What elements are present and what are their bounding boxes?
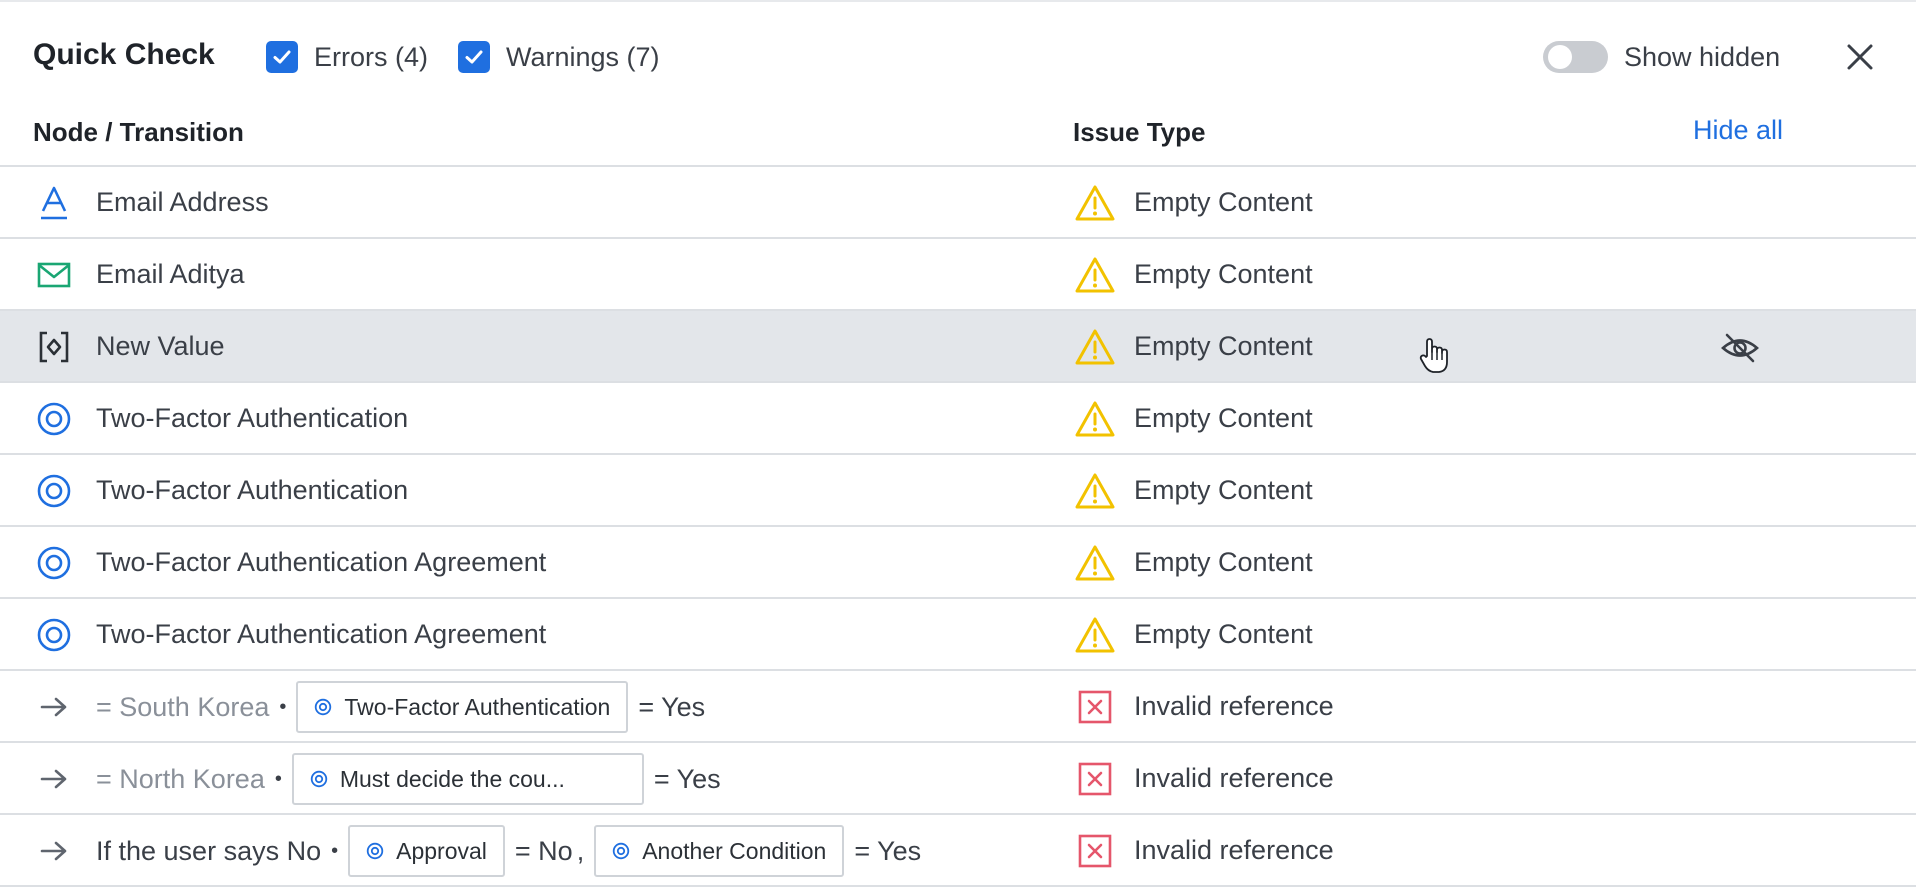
issue-type: Empty Content bbox=[1134, 331, 1313, 361]
warning-icon bbox=[1074, 472, 1116, 510]
variable-icon bbox=[36, 329, 72, 365]
arrow-right-icon bbox=[36, 761, 72, 797]
transition-suffix: = Yes bbox=[854, 835, 922, 866]
transition-prefix: = South Korea bbox=[96, 691, 270, 722]
issue-type: Empty Content bbox=[1134, 619, 1313, 649]
table-row[interactable]: Two-Factor Authentication Agreement Empt… bbox=[0, 527, 1916, 599]
arrow-right-icon bbox=[36, 833, 72, 869]
table-row[interactable]: Two-Factor Authentication Empty Content bbox=[0, 455, 1916, 527]
text-field-icon bbox=[36, 185, 72, 221]
issue-type: Empty Content bbox=[1134, 403, 1313, 433]
table-row-highlighted[interactable]: New Value Empty Content bbox=[0, 311, 1916, 383]
error-icon bbox=[1074, 832, 1116, 870]
checkmark-icon bbox=[266, 41, 298, 73]
transition-suffix: = Yes bbox=[653, 763, 721, 794]
node-name: Email Aditya bbox=[96, 259, 245, 289]
separator-comma: , bbox=[576, 835, 585, 866]
checkmark-icon bbox=[458, 41, 490, 73]
warning-icon bbox=[1074, 328, 1116, 366]
warnings-label: Warnings (7) bbox=[506, 41, 660, 72]
condition-icon bbox=[36, 473, 72, 509]
transition-expression: = North Korea • Must decide the cou... =… bbox=[96, 743, 721, 815]
separator-dot: • bbox=[331, 839, 339, 862]
node-name: Email Address bbox=[96, 187, 269, 217]
warning-icon bbox=[1074, 184, 1116, 222]
transition-row[interactable]: If the user says No • Approval = No , An… bbox=[0, 815, 1916, 887]
hand-cursor-icon bbox=[1418, 337, 1450, 375]
hide-eye-icon[interactable] bbox=[1720, 328, 1760, 368]
chip-label: Two-Factor Authentication bbox=[344, 693, 611, 720]
chip-label: Approval bbox=[396, 837, 487, 864]
arrow-right-icon bbox=[36, 689, 72, 725]
condition-icon bbox=[315, 698, 332, 716]
chip-label: Must decide the cou... bbox=[339, 765, 565, 792]
warning-icon bbox=[1074, 400, 1116, 438]
condition-icon bbox=[310, 770, 328, 788]
chip-label: Another Condition bbox=[642, 837, 827, 864]
error-icon bbox=[1074, 760, 1116, 798]
issue-type: Empty Content bbox=[1134, 547, 1313, 577]
hide-all-link[interactable]: Hide all bbox=[1693, 115, 1783, 146]
warning-icon bbox=[1074, 616, 1116, 654]
close-icon[interactable] bbox=[1843, 40, 1877, 74]
table-row[interactable]: Two-Factor Authentication Empty Content bbox=[0, 383, 1916, 455]
issue-type: Empty Content bbox=[1134, 259, 1313, 289]
issue-type: Invalid reference bbox=[1134, 835, 1334, 865]
condition-icon bbox=[36, 401, 72, 437]
condition-chip[interactable]: Approval bbox=[348, 825, 505, 877]
node-name: Two-Factor Authentication Agreement bbox=[96, 619, 547, 649]
warning-icon bbox=[1074, 256, 1116, 294]
warning-icon bbox=[1074, 544, 1116, 582]
show-hidden-toggle[interactable]: Show hidden bbox=[1543, 40, 1780, 74]
issues-list: Email Address Empty Content Email Aditya… bbox=[0, 167, 1916, 887]
node-name: New Value bbox=[96, 331, 225, 361]
condition-chip[interactable]: Another Condition bbox=[594, 825, 845, 877]
separator-dot: • bbox=[279, 695, 287, 718]
transition-middle: = No bbox=[514, 835, 573, 866]
errors-checkbox[interactable]: Errors (4) bbox=[266, 40, 428, 74]
errors-label: Errors (4) bbox=[314, 41, 428, 72]
column-header-node: Node / Transition bbox=[33, 117, 244, 147]
issue-type: Empty Content bbox=[1134, 187, 1313, 217]
transition-expression: If the user says No • Approval = No , An… bbox=[96, 815, 921, 887]
table-row[interactable]: Email Aditya Empty Content bbox=[0, 239, 1916, 311]
show-hidden-label: Show hidden bbox=[1624, 41, 1781, 72]
issue-type: Invalid reference bbox=[1134, 691, 1334, 721]
table-row[interactable]: Email Address Empty Content bbox=[0, 167, 1916, 239]
transition-expression: = South Korea • Two-Factor Authenticatio… bbox=[96, 671, 705, 743]
condition-chip[interactable]: Two-Factor Authentication bbox=[296, 681, 629, 733]
node-name: Two-Factor Authentication bbox=[96, 403, 409, 433]
separator-dot: • bbox=[274, 767, 282, 790]
issue-type: Invalid reference bbox=[1134, 763, 1334, 793]
transition-row[interactable]: = North Korea • Must decide the cou... =… bbox=[0, 743, 1916, 815]
condition-icon bbox=[36, 545, 72, 581]
condition-icon bbox=[36, 617, 72, 653]
error-icon bbox=[1074, 688, 1116, 726]
table-row[interactable]: Two-Factor Authentication Agreement Empt… bbox=[0, 599, 1916, 671]
transition-prefix: If the user says No bbox=[96, 835, 322, 866]
node-name: Two-Factor Authentication Agreement bbox=[96, 547, 547, 577]
toggle-knob bbox=[1548, 45, 1572, 69]
condition-icon bbox=[613, 842, 630, 860]
condition-icon bbox=[366, 842, 384, 860]
toggle-switch[interactable] bbox=[1543, 41, 1608, 73]
node-name: Two-Factor Authentication bbox=[96, 475, 409, 505]
issue-type: Empty Content bbox=[1134, 475, 1313, 505]
panel-title: Quick Check bbox=[33, 38, 215, 71]
transition-suffix: = Yes bbox=[638, 691, 706, 722]
email-icon bbox=[36, 257, 72, 293]
quick-check-header: Quick Check Errors (4) Warnings (7) Show… bbox=[0, 0, 1916, 147]
column-header-issue: Issue Type bbox=[1073, 117, 1206, 147]
warnings-checkbox[interactable]: Warnings (7) bbox=[458, 40, 660, 74]
transition-prefix: = North Korea bbox=[96, 763, 265, 794]
condition-chip[interactable]: Must decide the cou... bbox=[291, 753, 644, 805]
transition-row[interactable]: = South Korea • Two-Factor Authenticatio… bbox=[0, 671, 1916, 743]
